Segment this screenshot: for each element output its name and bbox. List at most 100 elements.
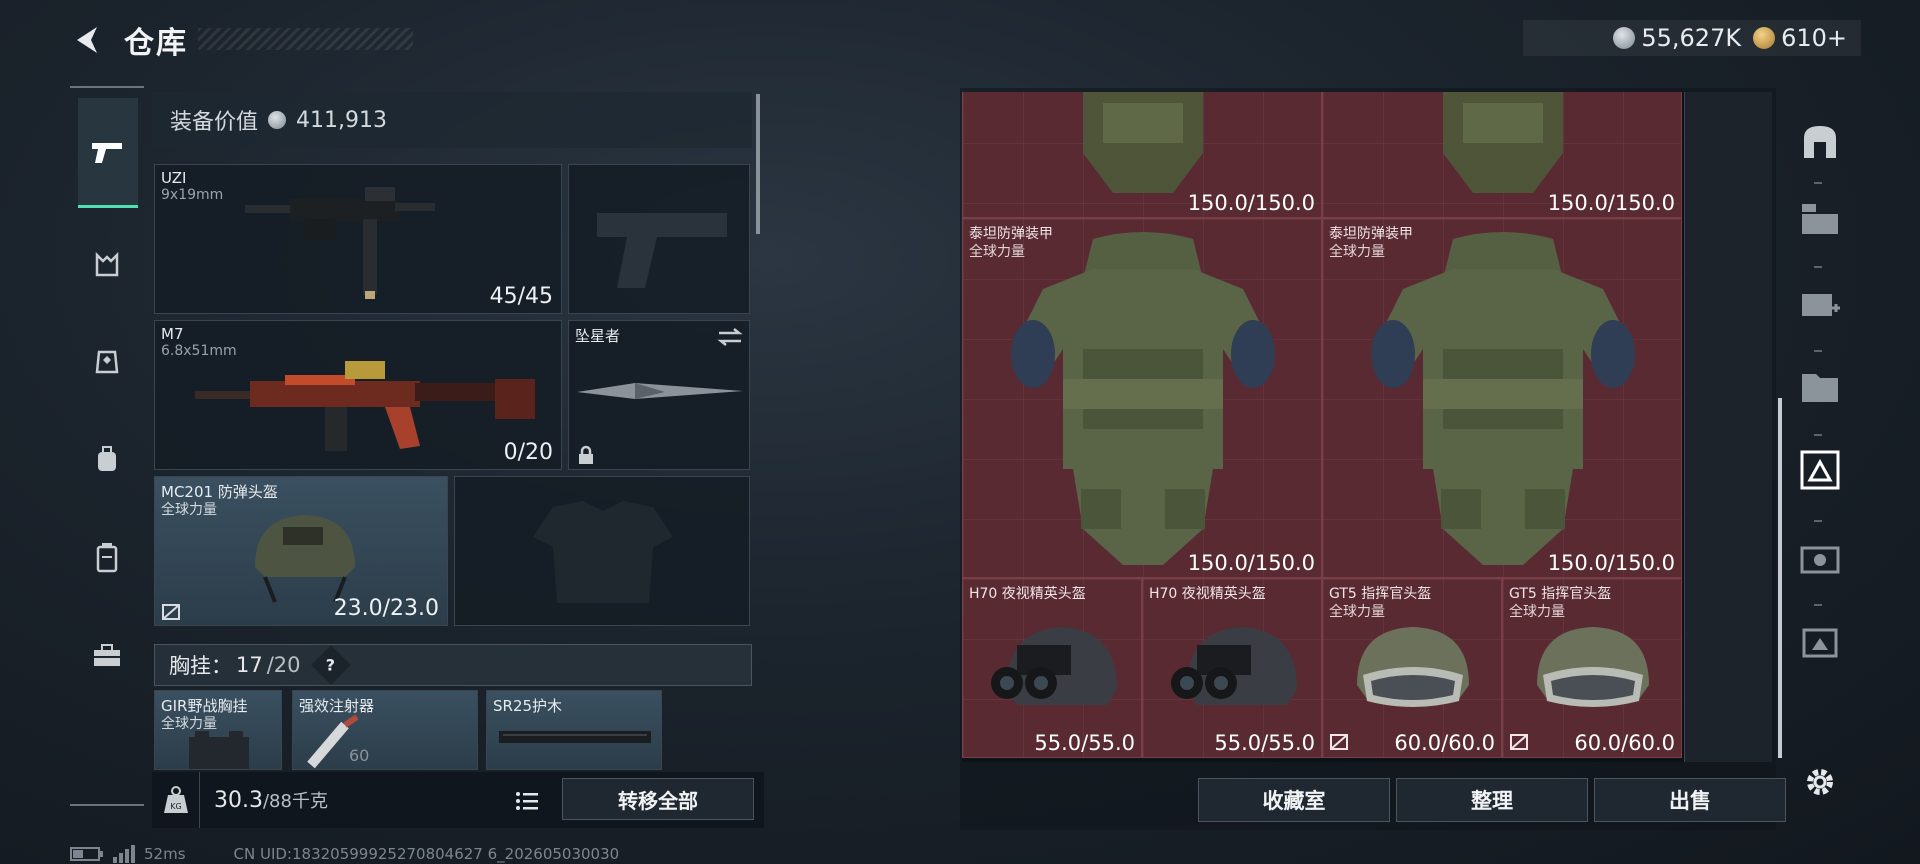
pistol-slot[interactable] bbox=[568, 164, 750, 314]
storage-item[interactable]: 150.0/150.0 bbox=[962, 92, 1322, 218]
nvg-helmet-icon bbox=[991, 627, 1117, 705]
handguard-name: SR25护木 bbox=[493, 697, 563, 715]
storage-item[interactable]: GT5 指挥官头盔 全球力量 60.0/60.0 bbox=[1322, 578, 1502, 758]
weight-bar: KG 30.3/88千克 转移全部 bbox=[152, 772, 764, 828]
primary-weapon-ammo: 45/45 bbox=[489, 284, 553, 309]
iv-pouch-tab[interactable] bbox=[1792, 612, 1848, 668]
storage-item[interactable]: 150.0/150.0 bbox=[1322, 92, 1682, 218]
item-faction: 全球力量 bbox=[1509, 604, 1565, 620]
nav-armor[interactable] bbox=[80, 238, 134, 292]
titan-armor-icon bbox=[1011, 232, 1275, 565]
handguard-icon bbox=[499, 731, 651, 743]
storage-grid: 150.0/150.0 150.0/150.0 泰坦防弹装甲 全球力量 150.… bbox=[962, 92, 1772, 762]
silver-currency[interactable]: 55,627K bbox=[1613, 24, 1741, 52]
gti-container-icon bbox=[1802, 204, 1838, 234]
helmet-faction: 全球力量 bbox=[161, 502, 217, 518]
knife-icon bbox=[577, 383, 743, 399]
item-durability: 150.0/150.0 bbox=[1187, 191, 1315, 215]
gold-coin-icon bbox=[1753, 27, 1776, 49]
back-button[interactable] bbox=[68, 20, 108, 60]
silver-coin-icon bbox=[268, 111, 287, 129]
status-line: 52ms CN UID:18320599925270804627 6_20260… bbox=[70, 845, 619, 863]
iv-folder-tab[interactable] bbox=[1792, 358, 1848, 414]
tab-separator bbox=[1814, 604, 1822, 606]
lock-icon bbox=[579, 445, 593, 464]
item-faction: 全球力量 bbox=[969, 244, 1025, 260]
nav-weapons[interactable] bbox=[78, 98, 138, 208]
loadout-scrollbar[interactable] bbox=[756, 94, 760, 234]
pistol-placeholder-icon bbox=[597, 213, 727, 288]
storage-item[interactable]: H70 夜视精英头盔 55.0/55.0 bbox=[962, 578, 1142, 758]
list-icon[interactable] bbox=[512, 786, 542, 816]
storage-scrollbar[interactable] bbox=[1778, 398, 1782, 758]
rig-item-slot[interactable]: GIR野战胸挂 全球力量 bbox=[154, 690, 282, 770]
item-faction: 全球力量 bbox=[1329, 604, 1385, 620]
max-weight: /88千克 bbox=[262, 791, 328, 812]
left-nav bbox=[70, 86, 144, 806]
injector-slot[interactable]: 强效注射器 60 bbox=[292, 690, 478, 770]
item-durability: 55.0/55.0 bbox=[1034, 731, 1135, 755]
sell-button[interactable]: 出售 bbox=[1594, 778, 1786, 822]
gold-currency[interactable]: 610+ bbox=[1753, 24, 1847, 52]
title-decoration bbox=[198, 28, 413, 50]
titan-armor-icon bbox=[1371, 232, 1635, 565]
settings-icon bbox=[1807, 769, 1833, 795]
silver-coin-icon bbox=[1613, 27, 1636, 49]
secondary-weapon-slot[interactable]: M7 6.8x51mm 0/20 bbox=[154, 320, 562, 470]
armor-slot[interactable] bbox=[454, 476, 750, 626]
nav-toolbox[interactable] bbox=[80, 628, 134, 682]
transfer-all-button[interactable]: 转移全部 bbox=[562, 778, 754, 820]
item-durability: 55.0/55.0 bbox=[1214, 731, 1315, 755]
nvg-helmet-icon bbox=[1171, 627, 1297, 705]
help-button[interactable]: ? bbox=[310, 645, 351, 685]
toolbox-icon bbox=[94, 644, 120, 666]
item-durability: 150.0/150.0 bbox=[1187, 551, 1315, 575]
secondary-weapon-ammo: 0/20 bbox=[503, 440, 553, 465]
handguard-slot[interactable]: SR25护木 bbox=[486, 690, 662, 770]
weight-icon-box: KG bbox=[152, 772, 200, 828]
helmet-icon bbox=[255, 515, 355, 603]
storage-item[interactable]: 泰坦防弹装甲 全球力量 150.0/150.0 bbox=[1322, 218, 1682, 578]
storage-item[interactable]: GT5 指挥官头盔 全球力量 60.0/60.0 bbox=[1502, 578, 1682, 758]
exit-icon bbox=[1804, 126, 1836, 158]
injector-name: 强效注射器 bbox=[299, 697, 375, 715]
collection-room-button[interactable]: 收藏室 bbox=[1198, 778, 1390, 822]
sort-button[interactable]: 整理 bbox=[1396, 778, 1588, 822]
primary-weapon-slot[interactable]: UZI 9x19mm 45/45 bbox=[154, 164, 562, 314]
exit-tab[interactable] bbox=[1792, 114, 1848, 170]
gti-container-tab[interactable] bbox=[1792, 190, 1848, 246]
helmet-slot[interactable]: MC201 防弹头盔 全球力量 23.0/23.0 bbox=[154, 476, 448, 626]
back-arrow-icon bbox=[77, 27, 97, 53]
swap-icon[interactable] bbox=[717, 327, 743, 347]
tab-separator bbox=[1814, 266, 1822, 268]
nav-case[interactable] bbox=[80, 530, 134, 584]
item-durability: 150.0/150.0 bbox=[1547, 191, 1675, 215]
iv-add-tab[interactable] bbox=[1792, 274, 1848, 330]
nav-backpack[interactable] bbox=[80, 432, 134, 486]
nav-rig[interactable] bbox=[80, 334, 134, 388]
helmet-durability: 23.0/23.0 bbox=[333, 596, 439, 621]
m7-rifle-icon bbox=[195, 361, 535, 451]
gti-selected-tab[interactable] bbox=[1792, 442, 1848, 498]
v-camera-icon bbox=[1800, 546, 1840, 574]
iv-folder-icon bbox=[1802, 374, 1838, 402]
gold-amount: 610+ bbox=[1781, 24, 1847, 52]
equipment-value-label: 装备价值 bbox=[170, 110, 259, 135]
current-weight: 30.3 bbox=[214, 788, 263, 813]
storage-item[interactable]: H70 夜视精英头盔 55.0/55.0 bbox=[1142, 578, 1322, 758]
storage-item[interactable]: 泰坦防弹装甲 全球力量 150.0/150.0 bbox=[962, 218, 1322, 578]
top-bar: 仓库 55,627K 610+ bbox=[0, 0, 1920, 80]
storage-tabs bbox=[1790, 90, 1850, 795]
item-name: H70 夜视精英头盔 bbox=[1149, 586, 1266, 602]
rig-icon bbox=[95, 350, 119, 374]
storage-panel: 150.0/150.0 150.0/150.0 泰坦防弹装甲 全球力量 150.… bbox=[960, 88, 1786, 830]
settings-button[interactable] bbox=[1792, 754, 1848, 810]
melee-slot[interactable]: 坠星者 bbox=[568, 320, 750, 470]
tab-separator bbox=[1814, 520, 1822, 522]
no-transfer-icon bbox=[162, 604, 180, 620]
user-id: CN UID:18320599925270804627 6_2026050300… bbox=[233, 845, 620, 863]
currency-bar: 55,627K 610+ bbox=[1523, 20, 1861, 56]
injector-count: 60 bbox=[349, 746, 370, 765]
v-camera-tab[interactable] bbox=[1792, 528, 1848, 584]
armor-placeholder-icon bbox=[533, 501, 673, 603]
